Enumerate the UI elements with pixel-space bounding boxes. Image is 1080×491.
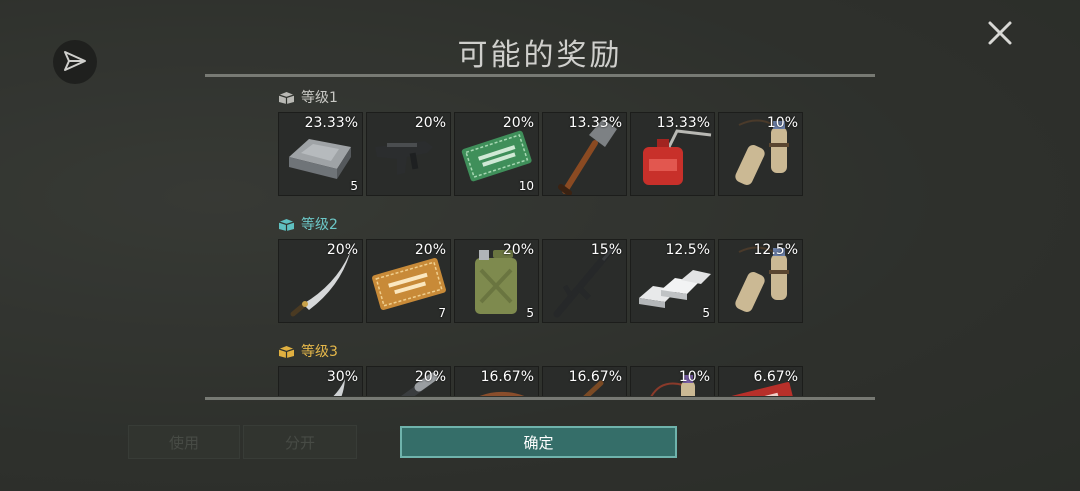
item-quantity: 5 <box>350 179 358 193</box>
tier-2-label: 等级2 <box>301 217 338 233</box>
drop-rate: 12.5% <box>665 242 710 258</box>
drop-rate: 20% <box>414 115 446 131</box>
drop-rate: 15% <box>590 242 622 258</box>
close-icon <box>988 21 1012 45</box>
drop-rate: 30% <box>326 369 358 385</box>
reward-cell-silver-ingots[interactable]: 12.5% 5 <box>630 239 715 323</box>
tier-1-header: 等级1 <box>278 86 808 108</box>
drop-rate: 10% <box>766 115 798 131</box>
tier-1-row: 23.33% 5 20% 20% 10 13.33% 13.33% 10% <box>278 112 808 196</box>
drop-rate: 13.33% <box>656 115 710 131</box>
reward-cell-jerrycan[interactable]: 20% 5 <box>454 239 539 323</box>
tier-2-row: 20% 20% 7 20% 5 15% 12.5% 5 12.5% <box>278 239 808 323</box>
drop-rate: 6.67% <box>753 369 798 385</box>
drop-rate: 20% <box>326 242 358 258</box>
drop-rate: 23.33% <box>304 115 358 131</box>
reward-cell-flashlight[interactable]: 20% <box>366 366 451 396</box>
reward-cell-stick[interactable]: 16.67% <box>542 366 627 396</box>
tier-1-box-icon <box>278 91 295 104</box>
reward-cell-leather[interactable]: 16.67% <box>454 366 539 396</box>
reward-cell-uzi[interactable]: 20% <box>366 112 451 196</box>
item-quantity: 5 <box>702 306 710 320</box>
drop-rate: 10% <box>678 369 710 385</box>
reward-cell-shovel[interactable]: 13.33% <box>542 112 627 196</box>
reward-list[interactable]: 等级1 23.33% 5 20% 20% 10 13.33% 13.33% 10… <box>278 86 808 396</box>
item-quantity: 5 <box>526 306 534 320</box>
drop-rate: 13.33% <box>568 115 622 131</box>
tier-2-box-icon <box>278 218 295 231</box>
tier-3-row: 30% 20% 16.67% 16.67% 10% 6.67% <box>278 366 808 396</box>
title-divider <box>205 74 875 77</box>
tier-1-label: 等级1 <box>301 90 338 106</box>
reward-cell-machete[interactable]: 20% <box>278 239 363 323</box>
drop-rate: 12.5% <box>753 242 798 258</box>
drop-rate: 20% <box>414 242 446 258</box>
tier-3-box-icon <box>278 345 295 358</box>
drop-rate: 16.67% <box>568 369 622 385</box>
reward-cell-rifle[interactable]: 15% <box>542 239 627 323</box>
item-quantity: 10 <box>518 179 534 193</box>
drop-rate: 20% <box>502 115 534 131</box>
page-title: 可能的奖励 <box>457 38 623 73</box>
drop-rate: 20% <box>414 369 446 385</box>
tier-2-header: 等级2 <box>278 213 808 235</box>
drop-rate: 16.67% <box>480 369 534 385</box>
reward-cell-ration-coupon[interactable]: 20% 10 <box>454 112 539 196</box>
reward-cell-tube-case[interactable]: 10% <box>718 112 803 196</box>
reward-cell-oil-can[interactable]: 13.33% <box>630 112 715 196</box>
item-quantity: 7 <box>438 306 446 320</box>
tier-3-label: 等级3 <box>301 344 338 360</box>
reward-cell-gear-box[interactable]: 6.67% <box>718 366 803 396</box>
reward-cell-survival-kit-coupon[interactable]: 20% 7 <box>366 239 451 323</box>
reward-cell-iron-ingot[interactable]: 23.33% 5 <box>278 112 363 196</box>
reward-cell-blade[interactable]: 30% <box>278 366 363 396</box>
list-bottom-divider <box>205 397 875 400</box>
reward-cell-tube-case[interactable]: 12.5% <box>718 239 803 323</box>
close-button[interactable] <box>983 16 1017 50</box>
reward-cell-tube-case[interactable]: 10% <box>630 366 715 396</box>
drop-rate: 20% <box>502 242 534 258</box>
tier-3-header: 等级3 <box>278 340 808 362</box>
confirm-button[interactable]: 确定 <box>400 426 677 458</box>
